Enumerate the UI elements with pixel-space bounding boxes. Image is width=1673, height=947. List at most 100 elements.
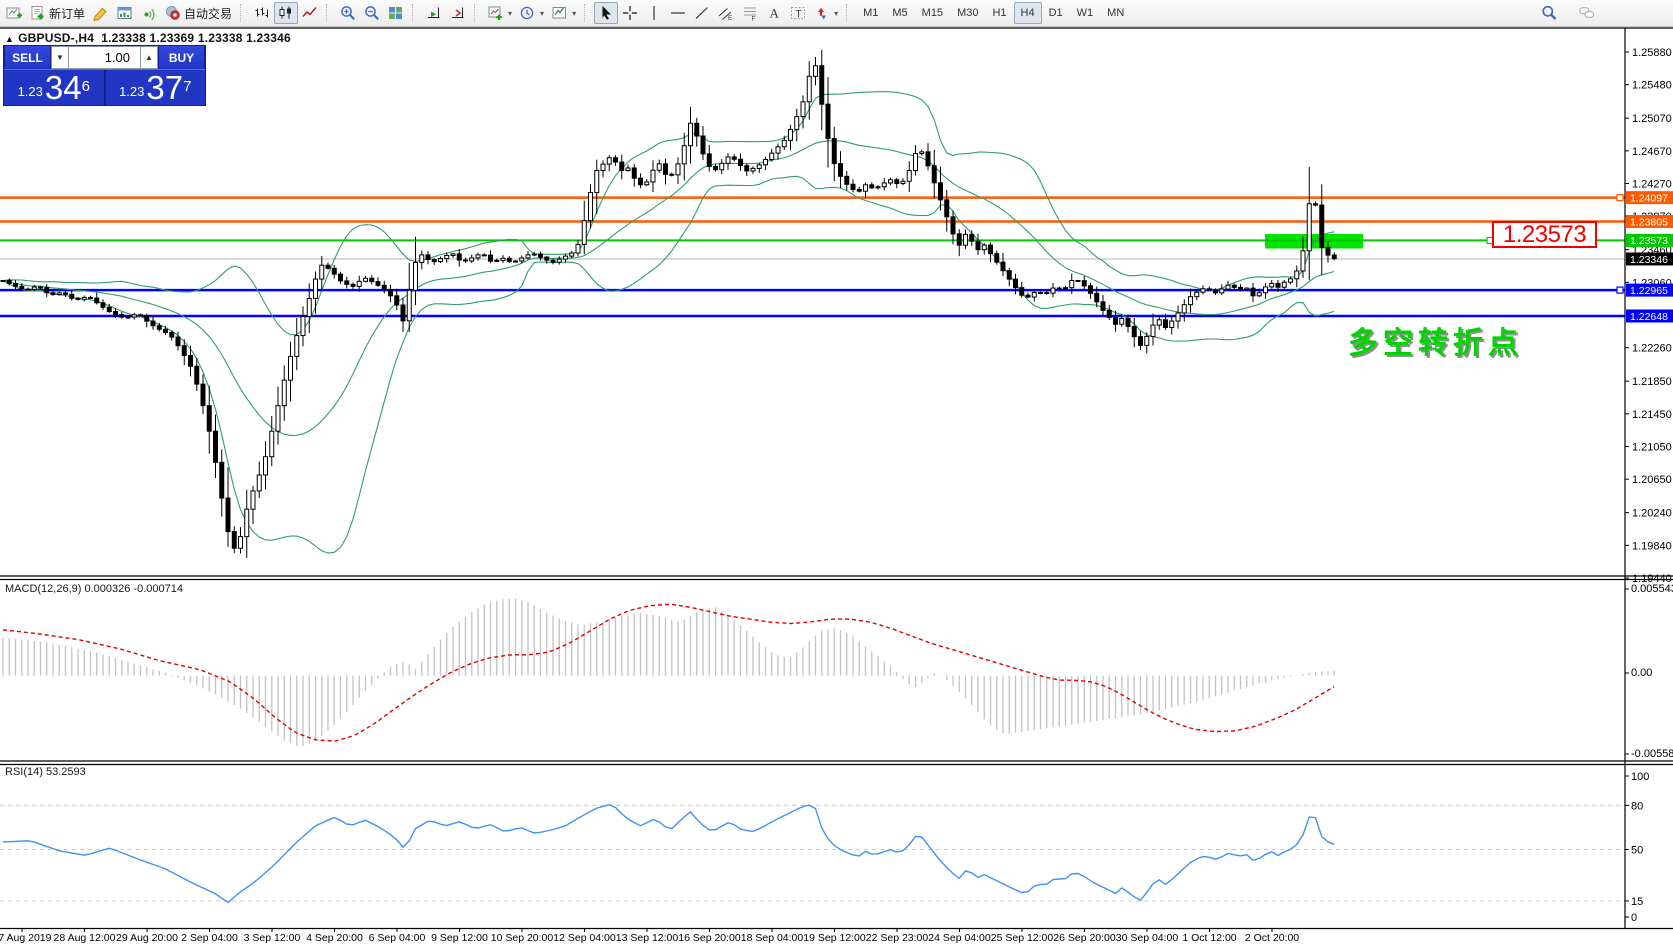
buy-price-sup: 7	[183, 78, 192, 95]
neworder-icon	[31, 6, 44, 20]
bar-chart-button[interactable]	[250, 2, 274, 24]
text-label-button[interactable]: T	[786, 2, 810, 24]
vertical-line-button[interactable]	[642, 2, 666, 24]
toolbar-group-insert: ▾ ▾ ▾	[484, 0, 580, 26]
buy-price-big: 37	[146, 69, 184, 106]
sell-price[interactable]: 1.23 34 6	[4, 70, 104, 105]
price-tick-label: 1.21050	[1632, 442, 1672, 454]
crosshair-button[interactable]	[618, 2, 642, 24]
candlestick-button[interactable]	[274, 2, 299, 24]
search-button[interactable]	[1537, 2, 1561, 24]
toolbar: 新订单 自动交易 ▾ ▾ ▾ E F A T ▾ M1 M5 M15 M30 H1 H4 D1 W1 MN	[0, 0, 1673, 27]
vline-icon	[653, 6, 655, 20]
fibonacci-button[interactable]: F	[738, 2, 762, 24]
svg-text:F: F	[752, 16, 756, 22]
line-chart-button[interactable]	[298, 2, 322, 24]
price-callout-label[interactable]: 1.23573	[1492, 221, 1597, 248]
sell-button[interactable]: SELL	[4, 46, 51, 69]
price-tick-label: 1.21450	[1632, 409, 1672, 421]
arrows-button[interactable]: ▾	[810, 2, 842, 24]
time-tick-label: 26 Sep 20:00	[1053, 932, 1116, 944]
sell-price-base: 1.23	[17, 84, 43, 99]
svg-text:-0.005583: -0.005583	[1631, 748, 1673, 760]
chart-window-button[interactable]	[113, 2, 137, 24]
tf-d1[interactable]: D1	[1042, 2, 1070, 24]
zoom-out-button[interactable]	[360, 2, 384, 24]
time-tick-label: 19 Sep 12:00	[803, 932, 866, 944]
level-handle[interactable]	[1616, 194, 1624, 202]
volume-input[interactable]: 1.00	[69, 46, 140, 69]
zoomout-icon	[365, 6, 380, 20]
time-axis[interactable]: 27 Aug 201928 Aug 12:0029 Aug 20:002 Sep…	[0, 929, 1299, 944]
text-button[interactable]: A	[762, 2, 786, 24]
chat-button[interactable]	[1575, 2, 1599, 24]
tile-icon	[389, 7, 403, 19]
price-tick-label: 1.25480	[1632, 80, 1672, 92]
candles-icon	[279, 6, 292, 19]
volume-decrease-button[interactable]: ▼	[51, 46, 69, 69]
price-tick-label: 1.25070	[1632, 113, 1672, 125]
price-tick-label: 1.20650	[1632, 474, 1672, 486]
zoom-in-button[interactable]	[336, 2, 360, 24]
time-tick-label: 3 Sep 12:00	[244, 932, 301, 944]
indicators-icon	[488, 6, 502, 20]
cursor-button[interactable]	[594, 2, 619, 24]
trendline-button[interactable]	[690, 2, 714, 24]
tf-h1-label: H1	[992, 7, 1007, 19]
tf-mn[interactable]: MN	[1100, 2, 1131, 24]
tf-m1[interactable]: M1	[856, 2, 885, 24]
crosshair-icon	[623, 6, 638, 20]
tf-h1[interactable]: H1	[985, 2, 1013, 24]
price-tick-label: 1.24670	[1632, 146, 1672, 158]
volume-increase-button[interactable]: ▲	[140, 46, 158, 69]
svg-text:T: T	[796, 9, 802, 20]
chat-icon	[1579, 7, 1594, 18]
tf-m1-label: M1	[863, 7, 879, 19]
tf-m30-label: M30	[957, 7, 979, 19]
tf-m5[interactable]: M5	[885, 2, 914, 24]
signals-button[interactable]	[137, 2, 161, 24]
zoomin-icon	[341, 6, 356, 20]
toolbar-group-zoom	[336, 0, 408, 26]
autotrading-button[interactable]: 自动交易	[161, 2, 236, 24]
time-tick-label: 4 Sep 20:00	[306, 932, 363, 944]
tf-m30[interactable]: M30	[950, 2, 985, 24]
svg-text:0.00: 0.00	[1631, 667, 1652, 679]
profiles-chart-button[interactable]	[2, 2, 26, 24]
one-click-trading-panel: SELL ▼ 1.00 ▲ BUY 1.23 34 6 1.23 37 7	[3, 45, 206, 106]
svg-text:0.005543: 0.005543	[1631, 583, 1673, 595]
svg-text:0: 0	[1631, 912, 1637, 924]
turning-point-annotation[interactable]: 多空转折点	[1348, 318, 1523, 362]
autotrading-button-label: 自动交易	[184, 6, 233, 21]
collapse-panel-icon[interactable]: ▲	[5, 34, 14, 44]
buy-button[interactable]: BUY	[158, 46, 205, 69]
metaeditor-button[interactable]	[89, 2, 113, 24]
price-tag-1.23346: 1.23346	[1626, 252, 1673, 266]
tf-w1[interactable]: W1	[1070, 2, 1101, 24]
auto-scroll-button[interactable]	[422, 2, 446, 24]
horizontal-line-button[interactable]	[666, 2, 690, 24]
time-tick-label: 10 Sep 20:00	[491, 932, 554, 944]
templates-button[interactable]: ▾	[548, 2, 580, 24]
time-tick-label: 25 Sep 12:00	[991, 932, 1054, 944]
periods-button[interactable]: ▾	[516, 2, 548, 24]
tile-windows-button[interactable]	[384, 2, 408, 24]
svg-text:100: 100	[1631, 771, 1649, 783]
toolbar-separator	[474, 4, 481, 22]
channel-button[interactable]: E	[714, 2, 738, 24]
sell-price-sup: 6	[81, 78, 90, 95]
chart-shift-button[interactable]	[446, 2, 470, 24]
indicators-button[interactable]: ▾	[484, 2, 516, 24]
tf-h4[interactable]: H4	[1013, 2, 1042, 24]
svg-text:1.23805: 1.23805	[1630, 216, 1668, 228]
tf-m15[interactable]: M15	[915, 2, 950, 24]
autoscroll-icon	[428, 7, 440, 18]
periods-icon	[520, 6, 534, 20]
new-order-button[interactable]: 新订单	[26, 2, 89, 24]
level-handle[interactable]	[1616, 286, 1624, 294]
tf-m15-label: M15	[921, 7, 944, 19]
toolbar-group-standard: 新订单 自动交易	[2, 0, 236, 26]
toolbar-right-group	[1537, 2, 1671, 24]
buy-price[interactable]: 1.23 37 7	[103, 69, 205, 106]
time-tick-label: 30 Sep 04:00	[1116, 932, 1179, 944]
